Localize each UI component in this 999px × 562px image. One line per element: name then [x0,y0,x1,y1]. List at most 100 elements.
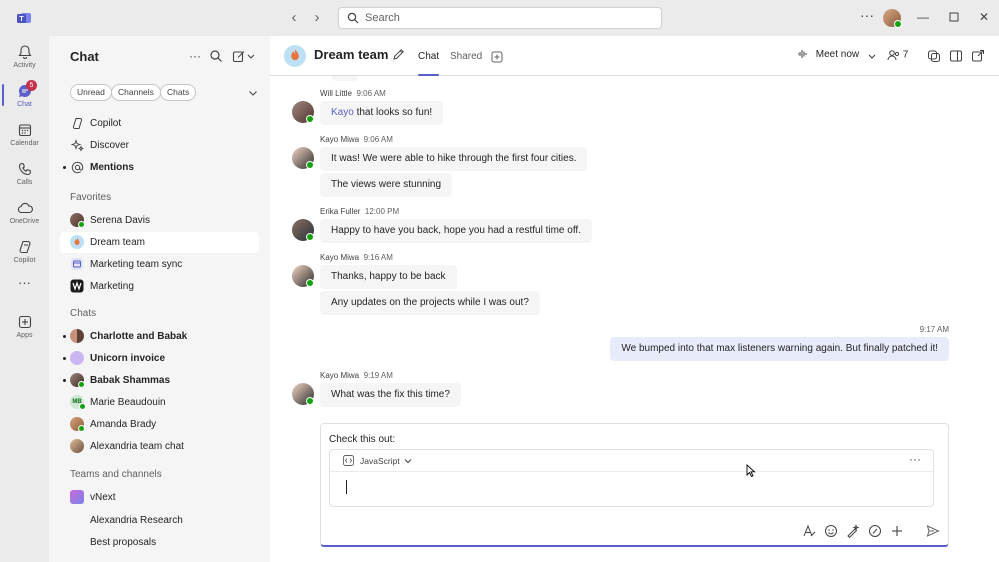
list-item-label: Charlotte and Babak [90,331,188,342]
format-text-icon[interactable] [802,524,816,538]
chevron-down-icon[interactable] [246,49,256,63]
list-item-unicorn-invoice[interactable]: Unicorn invoice [60,348,259,369]
maximize-icon[interactable] [947,10,961,24]
list-item-label: Marie Beaudouin [90,397,166,408]
list-item-label: Marketing team sync [90,259,183,270]
rail-item-chat[interactable]: 5 Chat [0,79,49,117]
message-bubble[interactable]: It was! We were able to hike through the… [320,147,588,171]
list-item-copilot[interactable]: Copilot [60,113,259,134]
add-tab-icon[interactable] [491,51,503,63]
copilot-icon [18,240,31,254]
message-text: We bumped into that max listeners warnin… [621,343,938,354]
chevron-down-icon[interactable] [867,49,877,63]
at-mention-icon [71,161,84,174]
close-icon[interactable]: ✕ [977,10,991,24]
tab-chat[interactable]: Chat [418,51,439,62]
message-bubble[interactable]: Thanks, happy to be back [320,265,457,289]
new-chat-icon[interactable] [232,49,246,63]
list-item-mentions[interactable]: Mentions [60,157,259,178]
message-bubble[interactable]: What was the fix this time? [320,383,461,407]
more-options-icon[interactable]: ··· [858,8,876,25]
more-options-icon[interactable]: ··· [188,49,202,63]
back-arrow-icon[interactable]: ‹ [286,10,302,26]
message-meta: Kayo Miwa 9:06 AM [320,135,393,144]
chevron-down-icon[interactable] [247,87,259,99]
message-time: 9:19 AM [363,371,393,380]
channel-alexandria-research[interactable]: Alexandria Research [60,510,259,531]
message-time: 12:00 PM [364,207,400,216]
emoji-icon[interactable] [824,524,838,538]
filter-chats[interactable]: Chats [160,84,197,101]
list-item-label: vNext [90,492,116,503]
list-item-label: Mentions [90,162,134,173]
side-panel-icon[interactable] [949,49,963,63]
filter-unread[interactable]: Unread [70,84,112,101]
filter-channels[interactable]: Channels [111,84,161,101]
rail-item-apps[interactable]: Apps [0,310,49,348]
copilot-rewrite-icon[interactable] [846,524,860,538]
message-bubble[interactable]: Any updates on the projects while I was … [320,291,540,315]
tab-shared[interactable]: Shared [450,51,482,62]
profile-avatar[interactable] [883,9,902,28]
search-icon [347,12,359,24]
list-item-marketing-team-sync[interactable]: Marketing team sync [60,254,259,275]
more-options-icon[interactable]: ··· [909,453,921,465]
search-icon[interactable] [209,49,223,63]
list-item-label: Marketing [90,281,134,292]
chat-unread-badge: 5 [26,80,37,91]
calendar-icon [18,124,31,137]
rail-item-calls[interactable]: Calls [0,157,49,195]
mention[interactable]: Kayo [331,107,354,118]
avatar [292,147,314,169]
own-message-bubble[interactable]: We bumped into that max listeners warnin… [610,337,949,361]
list-item-babak-shammas[interactable]: Babak Shammas [60,370,259,391]
list-item-amanda-brady[interactable]: Amanda Brady [60,414,259,435]
message-text: The views were stunning [331,179,442,190]
pop-out-icon[interactable] [971,49,985,63]
pencil-icon[interactable] [392,48,405,61]
message-text: Any updates on the projects while I was … [331,297,529,308]
cloud-icon [17,202,33,214]
list-item-marie-beaudouin[interactable]: MB Marie Beaudouin [60,392,259,413]
list-item-alexandria-team-chat[interactable]: Alexandria team chat [60,436,259,457]
presence-available-icon [78,221,85,228]
rail-item-calendar[interactable]: Calendar [0,118,49,156]
plus-icon[interactable] [890,524,904,538]
channel-best-proposals[interactable]: Best proposals [60,532,259,553]
team-avatar [284,45,306,67]
forward-arrow-icon[interactable]: › [309,10,325,26]
participants-button[interactable]: 7 [887,49,908,61]
minimize-icon[interactable]: — [916,10,930,24]
list-item-charlotte-and-babak[interactable]: Charlotte and Babak [60,326,259,347]
code-snippet-block[interactable]: JavaScript ··· [329,449,934,507]
rail-item-activity[interactable]: Activity [0,40,49,78]
previous-message-bubble [332,76,358,81]
message-meta: Will Little 9:06 AM [320,89,386,98]
message-author: Kayo Miwa [320,135,360,144]
copilot-chat-icon[interactable] [927,49,941,63]
message-bubble[interactable]: The views were stunning [320,173,453,197]
search-placeholder: Search [365,12,400,24]
compose-box[interactable]: Check this out: JavaScript ··· [320,423,949,547]
send-icon[interactable] [926,524,940,538]
list-item-serena-davis[interactable]: Serena Davis [60,210,259,231]
search-input[interactable]: Search [338,7,662,29]
loop-component-icon[interactable] [868,524,882,538]
rail-item-onedrive[interactable]: OneDrive [0,196,49,234]
section-chats: Chats [70,308,97,319]
message-bubble[interactable]: Happy to have you back, hope you had a r… [320,219,592,243]
message-bubble[interactable]: Kayo that looks so fun! [320,101,444,125]
compose-text[interactable]: Check this out: [329,434,395,445]
chevron-down-icon[interactable] [403,456,413,466]
list-item-marketing[interactable]: Marketing [60,276,259,297]
list-item-dream-team[interactable]: Dream team [60,232,259,253]
list-item-vnext[interactable]: vNext [60,487,259,508]
list-item-label: Alexandria team chat [90,441,184,452]
list-item-label: Discover [90,140,129,151]
rail-more-apps-icon[interactable]: ··· [0,276,49,298]
code-language-select[interactable]: JavaScript [360,456,400,466]
avatar [70,235,84,249]
rail-item-copilot[interactable]: Copilot [0,235,49,273]
meet-now-button[interactable]: Meet now [797,48,859,64]
list-item-discover[interactable]: Discover [60,135,259,156]
